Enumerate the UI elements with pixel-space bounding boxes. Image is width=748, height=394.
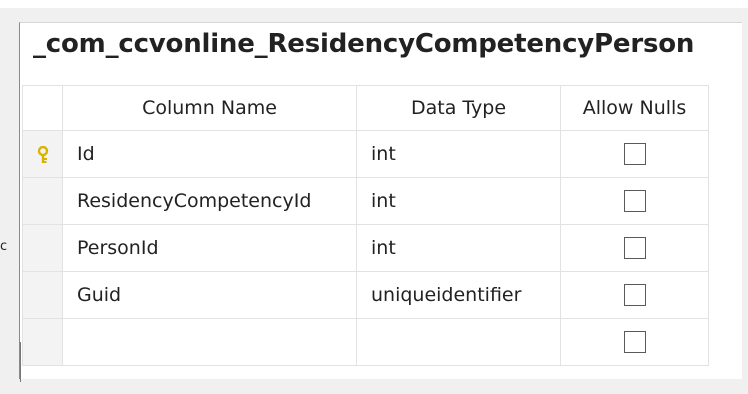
column-name-cell[interactable]: PersonId bbox=[62, 224, 357, 272]
data-type-cell[interactable]: int bbox=[356, 130, 561, 178]
column-grid: Column Name Data Type Allow Nulls Id int bbox=[22, 85, 709, 366]
row-selector[interactable] bbox=[22, 318, 63, 366]
data-type-header[interactable]: Data Type bbox=[356, 85, 561, 131]
table-row[interactable]: Id int bbox=[22, 130, 709, 178]
table-row[interactable]: ResidencyCompetencyId int bbox=[22, 177, 709, 225]
data-type-cell[interactable]: uniqueidentifier bbox=[356, 271, 561, 319]
table-row[interactable]: PersonId int bbox=[22, 224, 709, 272]
allow-nulls-cell[interactable] bbox=[560, 271, 709, 319]
allow-nulls-checkbox[interactable] bbox=[623, 143, 646, 166]
table-designer: _com_ccvonline_ResidencyCompetencyPerson… bbox=[19, 22, 742, 379]
data-type-cell[interactable]: int bbox=[356, 177, 561, 225]
scroll-edge bbox=[20, 342, 21, 382]
row-selector[interactable] bbox=[22, 224, 63, 272]
allow-nulls-cell[interactable] bbox=[560, 224, 709, 272]
row-selector-header bbox=[22, 85, 63, 131]
row-selector[interactable] bbox=[22, 130, 63, 178]
clipped-edge-glyph: c bbox=[0, 239, 8, 254]
allow-nulls-checkbox[interactable] bbox=[623, 331, 646, 354]
allow-nulls-header[interactable]: Allow Nulls bbox=[560, 85, 709, 131]
column-name-cell[interactable]: Id bbox=[62, 130, 357, 178]
key-icon bbox=[37, 145, 48, 163]
top-strip bbox=[0, 0, 748, 8]
column-name-cell[interactable]: ResidencyCompetencyId bbox=[62, 177, 357, 225]
allow-nulls-cell[interactable] bbox=[560, 318, 709, 366]
table-title: _com_ccvonline_ResidencyCompetencyPerson bbox=[33, 29, 695, 59]
column-name-cell[interactable]: Guid bbox=[62, 271, 357, 319]
allow-nulls-checkbox[interactable] bbox=[623, 284, 646, 307]
column-name-header[interactable]: Column Name bbox=[62, 85, 357, 131]
allow-nulls-cell[interactable] bbox=[560, 130, 709, 178]
data-type-cell[interactable]: int bbox=[356, 224, 561, 272]
row-selector[interactable] bbox=[22, 177, 63, 225]
data-type-cell[interactable] bbox=[356, 318, 561, 366]
allow-nulls-checkbox[interactable] bbox=[623, 190, 646, 213]
table-row[interactable]: Guid uniqueidentifier bbox=[22, 271, 709, 319]
table-row-new[interactable] bbox=[22, 318, 709, 366]
grid-header-row: Column Name Data Type Allow Nulls bbox=[22, 85, 709, 131]
column-name-cell[interactable] bbox=[62, 318, 357, 366]
row-selector[interactable] bbox=[22, 271, 63, 319]
allow-nulls-cell[interactable] bbox=[560, 177, 709, 225]
allow-nulls-checkbox[interactable] bbox=[623, 237, 646, 260]
